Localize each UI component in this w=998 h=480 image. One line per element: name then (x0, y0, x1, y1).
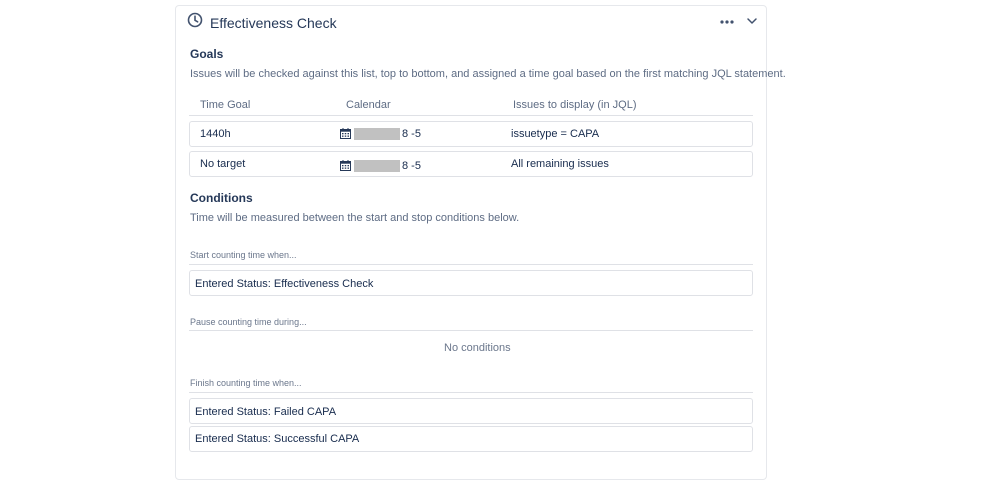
start-condition-label: Start counting time when... (190, 250, 297, 260)
chevron-down-icon[interactable] (746, 15, 758, 27)
goal-jql-value: All remaining issues (511, 158, 609, 170)
pause-condition-label: Pause counting time during... (190, 317, 307, 327)
redacted-calendar-name (354, 128, 400, 140)
calendar-icon (340, 128, 351, 139)
start-condition-text: Entered Status: Effectiveness Check (195, 278, 374, 290)
redacted-calendar-name (354, 160, 400, 172)
more-horizontal-icon[interactable] (720, 19, 734, 25)
conditions-description: Time will be measured between the start … (190, 212, 520, 224)
calendar-name-suffix: 8 -5 (402, 128, 421, 140)
finish-divider (189, 392, 753, 393)
table-header-divider (189, 115, 753, 116)
goals-heading: Goals (190, 47, 224, 61)
goal-row[interactable] (189, 151, 753, 177)
no-conditions-text: No conditions (444, 342, 511, 354)
goal-row[interactable] (189, 121, 753, 147)
column-header-time-goal: Time Goal (200, 99, 251, 111)
column-header-jql: Issues to display (in JQL) (513, 99, 637, 111)
conditions-heading: Conditions (190, 191, 253, 205)
goal-jql-value: issuetype = CAPA (511, 128, 600, 140)
goals-description: Issues will be checked against this list… (190, 68, 786, 80)
pause-divider (189, 330, 753, 331)
calendar-name-suffix: 8 -5 (402, 160, 421, 172)
finish-condition-label: Finish counting time when... (190, 378, 302, 388)
panel-title: Effectiveness Check (210, 15, 337, 31)
goal-time-value: No target (200, 158, 246, 170)
clock-icon (187, 12, 203, 28)
goal-time-value: 1440h (200, 128, 231, 140)
finish-condition-text: Entered Status: Failed CAPA (195, 406, 337, 418)
calendar-icon (340, 160, 351, 171)
finish-condition-text: Entered Status: Successful CAPA (195, 433, 360, 445)
start-divider (189, 264, 753, 265)
column-header-calendar: Calendar (346, 99, 391, 111)
